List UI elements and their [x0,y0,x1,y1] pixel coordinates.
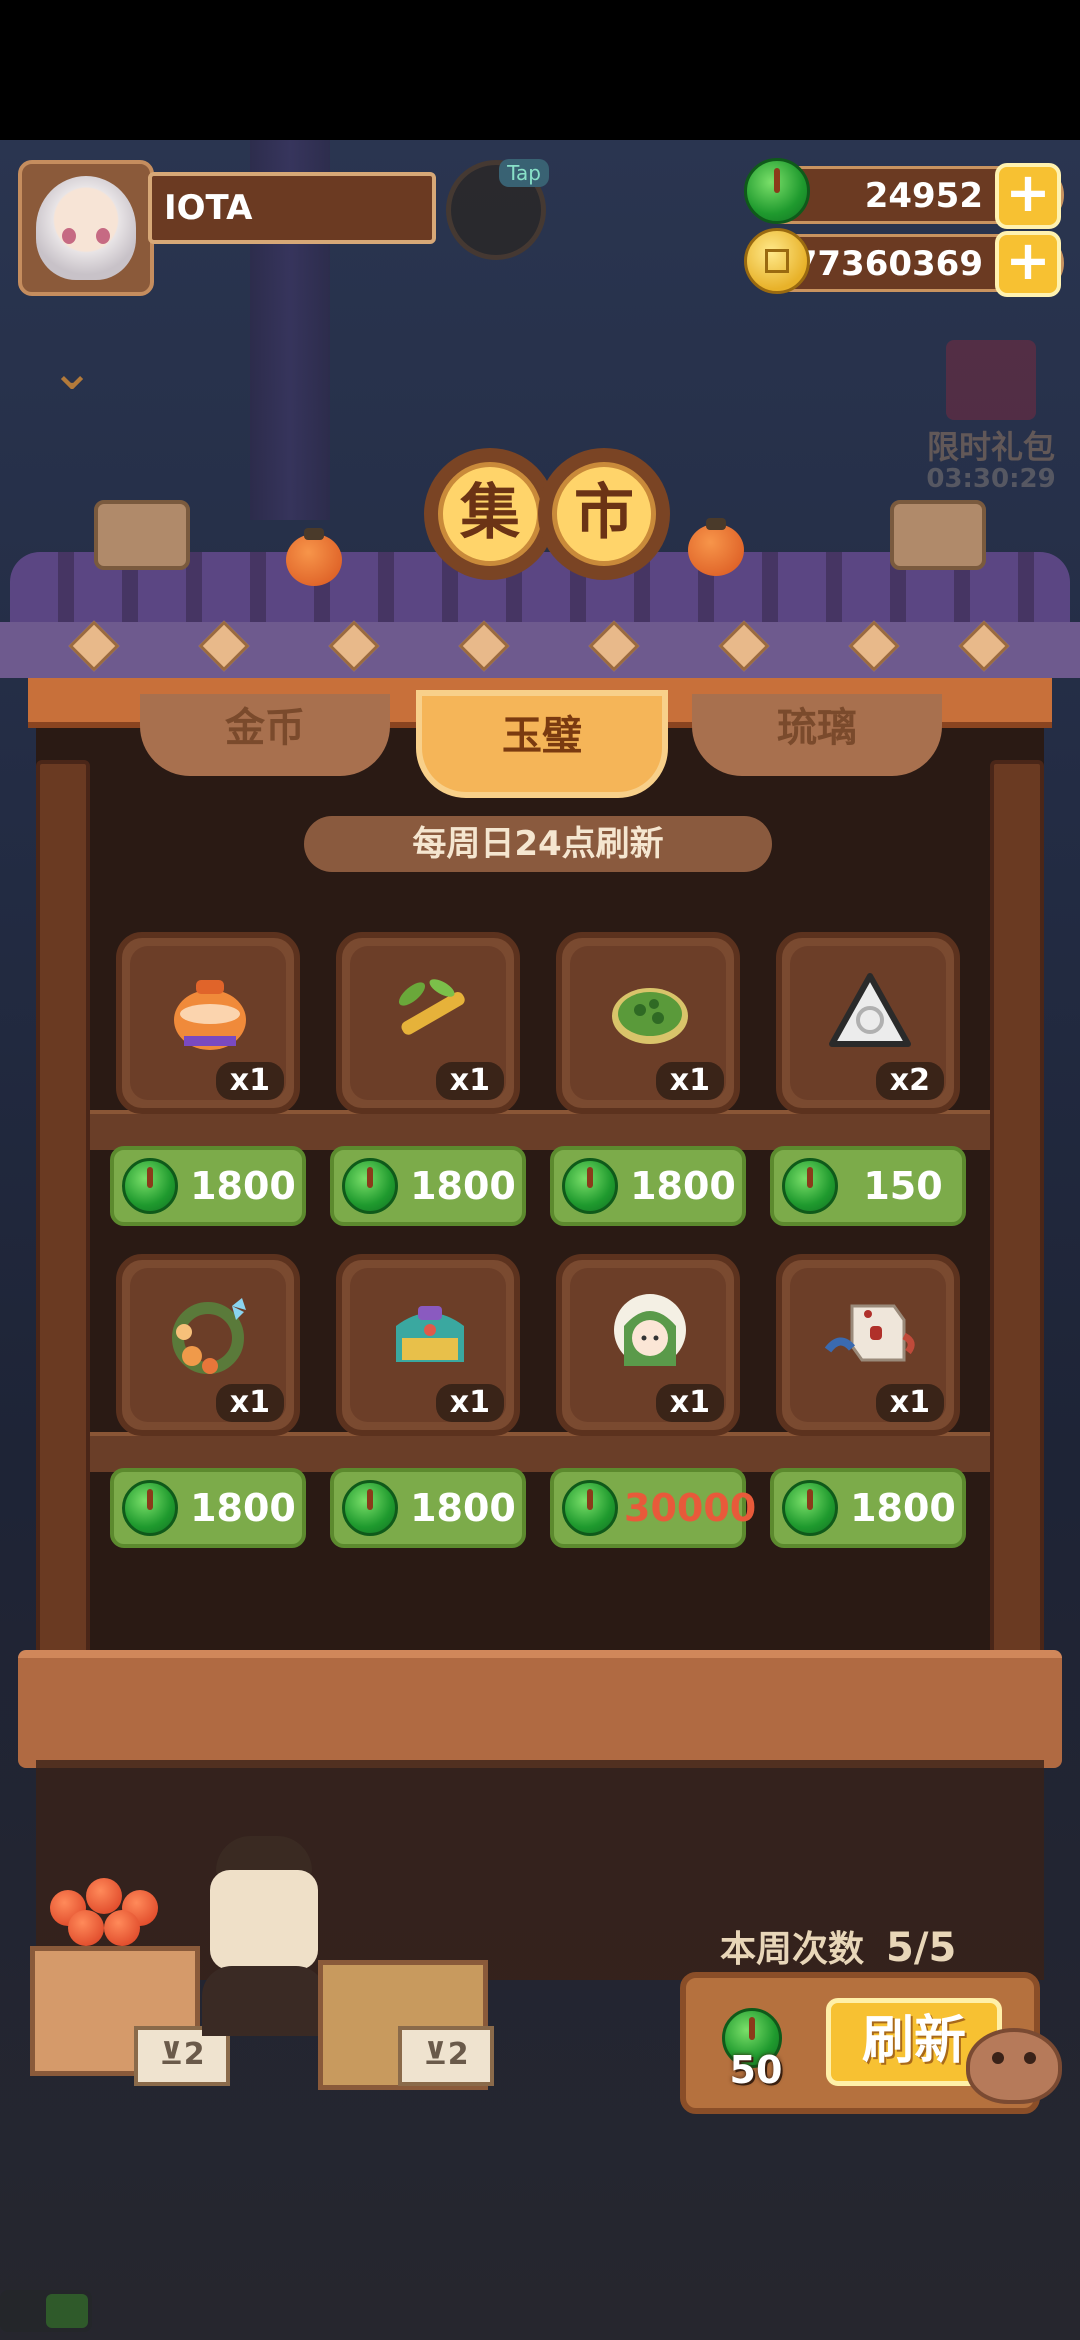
item-price: 150 [863,1164,943,1208]
tomato-produce [86,1878,122,1914]
jade-icon [562,1480,618,1536]
shop-item-slot[interactable]: x1 [116,932,300,1114]
tomato-produce [68,1910,104,1946]
status-bar [0,0,1080,140]
dice-icon [824,1304,915,1362]
item-price: 1800 [410,1486,516,1530]
market-title-char: 市 [552,462,656,566]
item-quantity: x1 [215,1062,284,1100]
avatar-face [36,176,136,280]
tap-label: Tap [499,159,549,187]
jade-icon [782,1480,838,1536]
player-name: IOTA [148,172,436,244]
price-tag: ⊻2 [398,2026,494,2086]
roof-horn-right [890,500,986,570]
roof-horn-left [94,500,190,570]
bamboo-icon [398,979,465,1035]
price-button[interactable]: 1800 [550,1146,746,1226]
shop-item-slot[interactable]: x1 [116,1254,300,1436]
merchant-character [196,1836,332,2036]
flower-wreath-icon [172,1298,246,1374]
add-jade-button[interactable]: + [995,163,1061,229]
item-quantity: x1 [875,1384,944,1422]
refresh-cost: 50 [729,2048,783,2092]
item-quantity: x1 [435,1384,504,1422]
limited-gift-button[interactable]: 限时礼包 03:30:29 [916,340,1066,500]
item-quantity: x1 [655,1384,724,1422]
price-button[interactable]: 150 [770,1146,966,1226]
price-button[interactable]: 1800 [110,1146,306,1226]
price-button[interactable]: 1800 [770,1468,966,1548]
price-button[interactable]: 1800 [330,1468,526,1548]
market-title-disc: 集 [424,448,556,580]
item-price: 1800 [410,1164,516,1208]
price-button[interactable]: 1800 [110,1468,306,1548]
weekly-count: 5/5 [886,1925,957,1971]
item-price: 1800 [190,1486,296,1530]
market-title-disc: 市 [538,448,670,580]
shop-item-slot[interactable]: x1 [336,1254,520,1436]
tab-jade[interactable]: 玉璧 [416,690,668,798]
item-quantity: x1 [435,1062,504,1100]
item-quantity: x1 [215,1384,284,1422]
shop-item-slot[interactable]: x1 [336,932,520,1114]
left-post [36,760,90,1700]
jade-icon [782,1158,838,1214]
avatar-eye-right [96,228,110,244]
avatar-eye-left [62,228,76,244]
merchant-face [210,1870,318,1970]
jade-icon [122,1158,178,1214]
tomato-produce [104,1910,140,1946]
item-price: 1800 [850,1486,956,1530]
merchant-body [202,1966,326,2036]
ornate-comb-icon [396,1306,464,1362]
tap-button[interactable]: Tap [446,159,549,260]
persimmon-ornament [286,528,342,586]
limited-gift-timer: 03:30:29 [926,464,1056,494]
roof-edge [0,622,1080,678]
shop-item-slot[interactable]: x2 [776,932,960,1114]
item-quantity: x2 [875,1062,944,1100]
gift-box-icon [946,340,1036,420]
character-doll-icon [614,1294,686,1366]
jade-icon [562,1158,618,1214]
weekly-label: 本周次数 [720,1929,865,1970]
green-cake-icon [612,988,688,1044]
shop-item-slot[interactable]: x1 [556,932,740,1114]
shop-item-slot[interactable]: x1 [556,1254,740,1436]
toggle-knob [46,2294,88,2328]
shop-item-slot[interactable]: x1 [776,1254,960,1436]
item-quantity: x1 [655,1062,724,1100]
weekly-refresh-note: 每周日24点刷新 [304,816,772,872]
item-price: 30000 [624,1486,757,1530]
jade-icon [342,1158,398,1214]
item-price: 1800 [190,1164,296,1208]
jade-icon [342,1480,398,1536]
shelf-top [90,1110,990,1150]
tab-coins[interactable]: 金币 [140,694,390,776]
weekly-refresh-count: 本周次数 5/5 [720,1920,956,1972]
coin-icon [744,228,810,294]
player-avatar[interactable] [18,160,154,296]
shelf-bottom [90,1432,990,1472]
price-button[interactable]: 1800 [330,1146,526,1226]
tab-glaze[interactable]: 琉璃 [692,694,942,776]
market-title-char: 集 [438,462,542,566]
add-coins-button[interactable]: + [995,231,1061,297]
pet-mascot[interactable] [966,2028,1062,2104]
jade-icon [122,1480,178,1536]
jade-balance: 24952 [864,176,983,216]
pot-icon [174,980,246,1050]
chevron-down-icon[interactable]: ⌄ [42,346,102,398]
persimmon-ornament [688,518,744,576]
limited-gift-label: 限时礼包 [926,428,1055,466]
triangle-token-icon [829,973,911,1047]
price-button[interactable]: 30000 [550,1468,757,1548]
jade-icon [744,158,810,224]
right-post [990,760,1044,1700]
bottom-toggle[interactable] [0,2290,92,2332]
coin-balance: 77360369 [793,244,983,284]
market-counter [18,1650,1062,1768]
item-price: 1800 [630,1164,736,1208]
